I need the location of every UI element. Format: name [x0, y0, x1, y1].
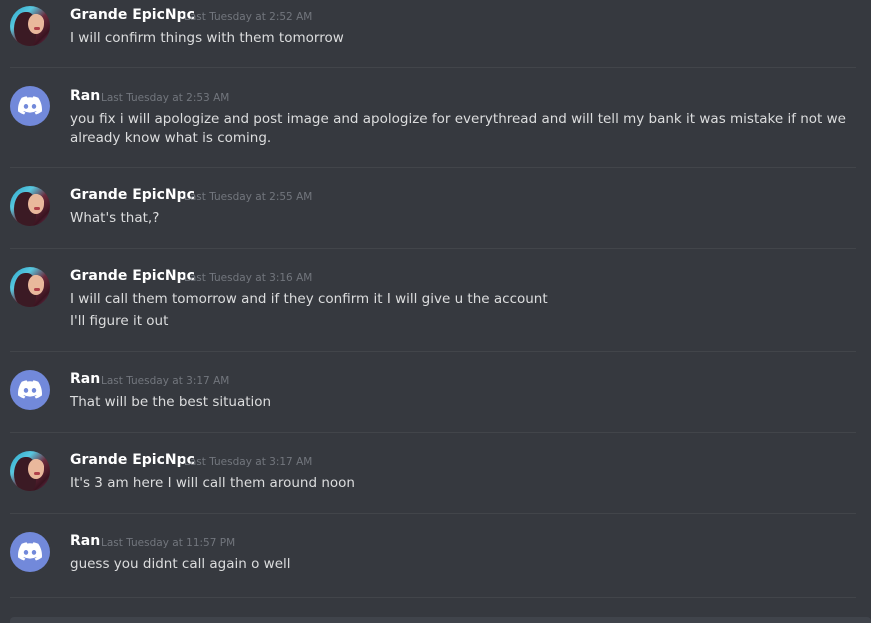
- message-author[interactable]: Ran: [70, 371, 100, 387]
- message-timestamp: Last Tuesday at 2:53 AM: [101, 92, 230, 104]
- message-author[interactable]: Grande EpicNpc: [70, 7, 195, 23]
- message-line: I will call them tomorrow and if they co…: [70, 291, 548, 307]
- message-content: That will be the best situation: [70, 393, 810, 412]
- user-avatar[interactable]: [10, 370, 50, 410]
- message-author[interactable]: Grande EpicNpc: [70, 268, 195, 284]
- message-divider: [10, 432, 856, 433]
- message-timestamp: Last Tuesday at 3:16 AM: [184, 272, 313, 284]
- message-divider: [10, 167, 856, 168]
- user-avatar[interactable]: [10, 267, 50, 307]
- user-avatar[interactable]: [10, 186, 50, 226]
- message-line: It's 3 am here I will call them around n…: [70, 475, 355, 491]
- message-content: What's that,?: [70, 209, 810, 228]
- message-line: already know what is coming.: [70, 130, 272, 146]
- message-author[interactable]: Ran: [70, 88, 100, 104]
- user-avatar[interactable]: [10, 532, 50, 572]
- message-line: I'll figure it out: [70, 313, 169, 329]
- message-line: guess you didnt call again o well: [70, 556, 291, 572]
- message-content: I will confirm things with them tomorrow: [70, 29, 810, 48]
- message-timestamp: Last Tuesday at 11:57 PM: [101, 537, 236, 549]
- message-line: I will confirm things with them tomorrow: [70, 30, 344, 46]
- message-divider: [10, 351, 856, 352]
- message-timestamp: Last Tuesday at 2:55 AM: [184, 191, 313, 203]
- message-author[interactable]: Grande EpicNpc: [70, 452, 195, 468]
- message-line: you fix i will apologize and post image …: [70, 111, 846, 127]
- message-divider: [10, 67, 856, 68]
- message-list: Grande EpicNpc Last Tuesday at 2:52 AM I…: [0, 0, 871, 623]
- message-input-bar[interactable]: [10, 617, 871, 623]
- user-avatar[interactable]: [10, 86, 50, 126]
- discord-logo-icon: [18, 542, 42, 561]
- message-line: What's that,?: [70, 210, 160, 226]
- user-avatar[interactable]: [10, 6, 50, 46]
- message-divider: [10, 248, 856, 249]
- message-author[interactable]: Grande EpicNpc: [70, 187, 195, 203]
- message-content: guess you didnt call again o well: [70, 555, 810, 574]
- message-content: I will call them tomorrow and if they co…: [70, 290, 810, 331]
- message-timestamp: Last Tuesday at 3:17 AM: [184, 456, 313, 468]
- message-content: It's 3 am here I will call them around n…: [70, 474, 810, 493]
- message-divider: [10, 513, 856, 514]
- message-content: you fix i will apologize and post image …: [70, 110, 846, 148]
- discord-logo-icon: [18, 96, 42, 115]
- discord-logo-icon: [18, 380, 42, 399]
- message-timestamp: Last Tuesday at 3:17 AM: [101, 375, 230, 387]
- message-author[interactable]: Ran: [70, 533, 100, 549]
- message-divider: [10, 597, 856, 598]
- message-timestamp: Last Tuesday at 2:52 AM: [184, 11, 313, 23]
- user-avatar[interactable]: [10, 451, 50, 491]
- message-line: That will be the best situation: [70, 394, 272, 410]
